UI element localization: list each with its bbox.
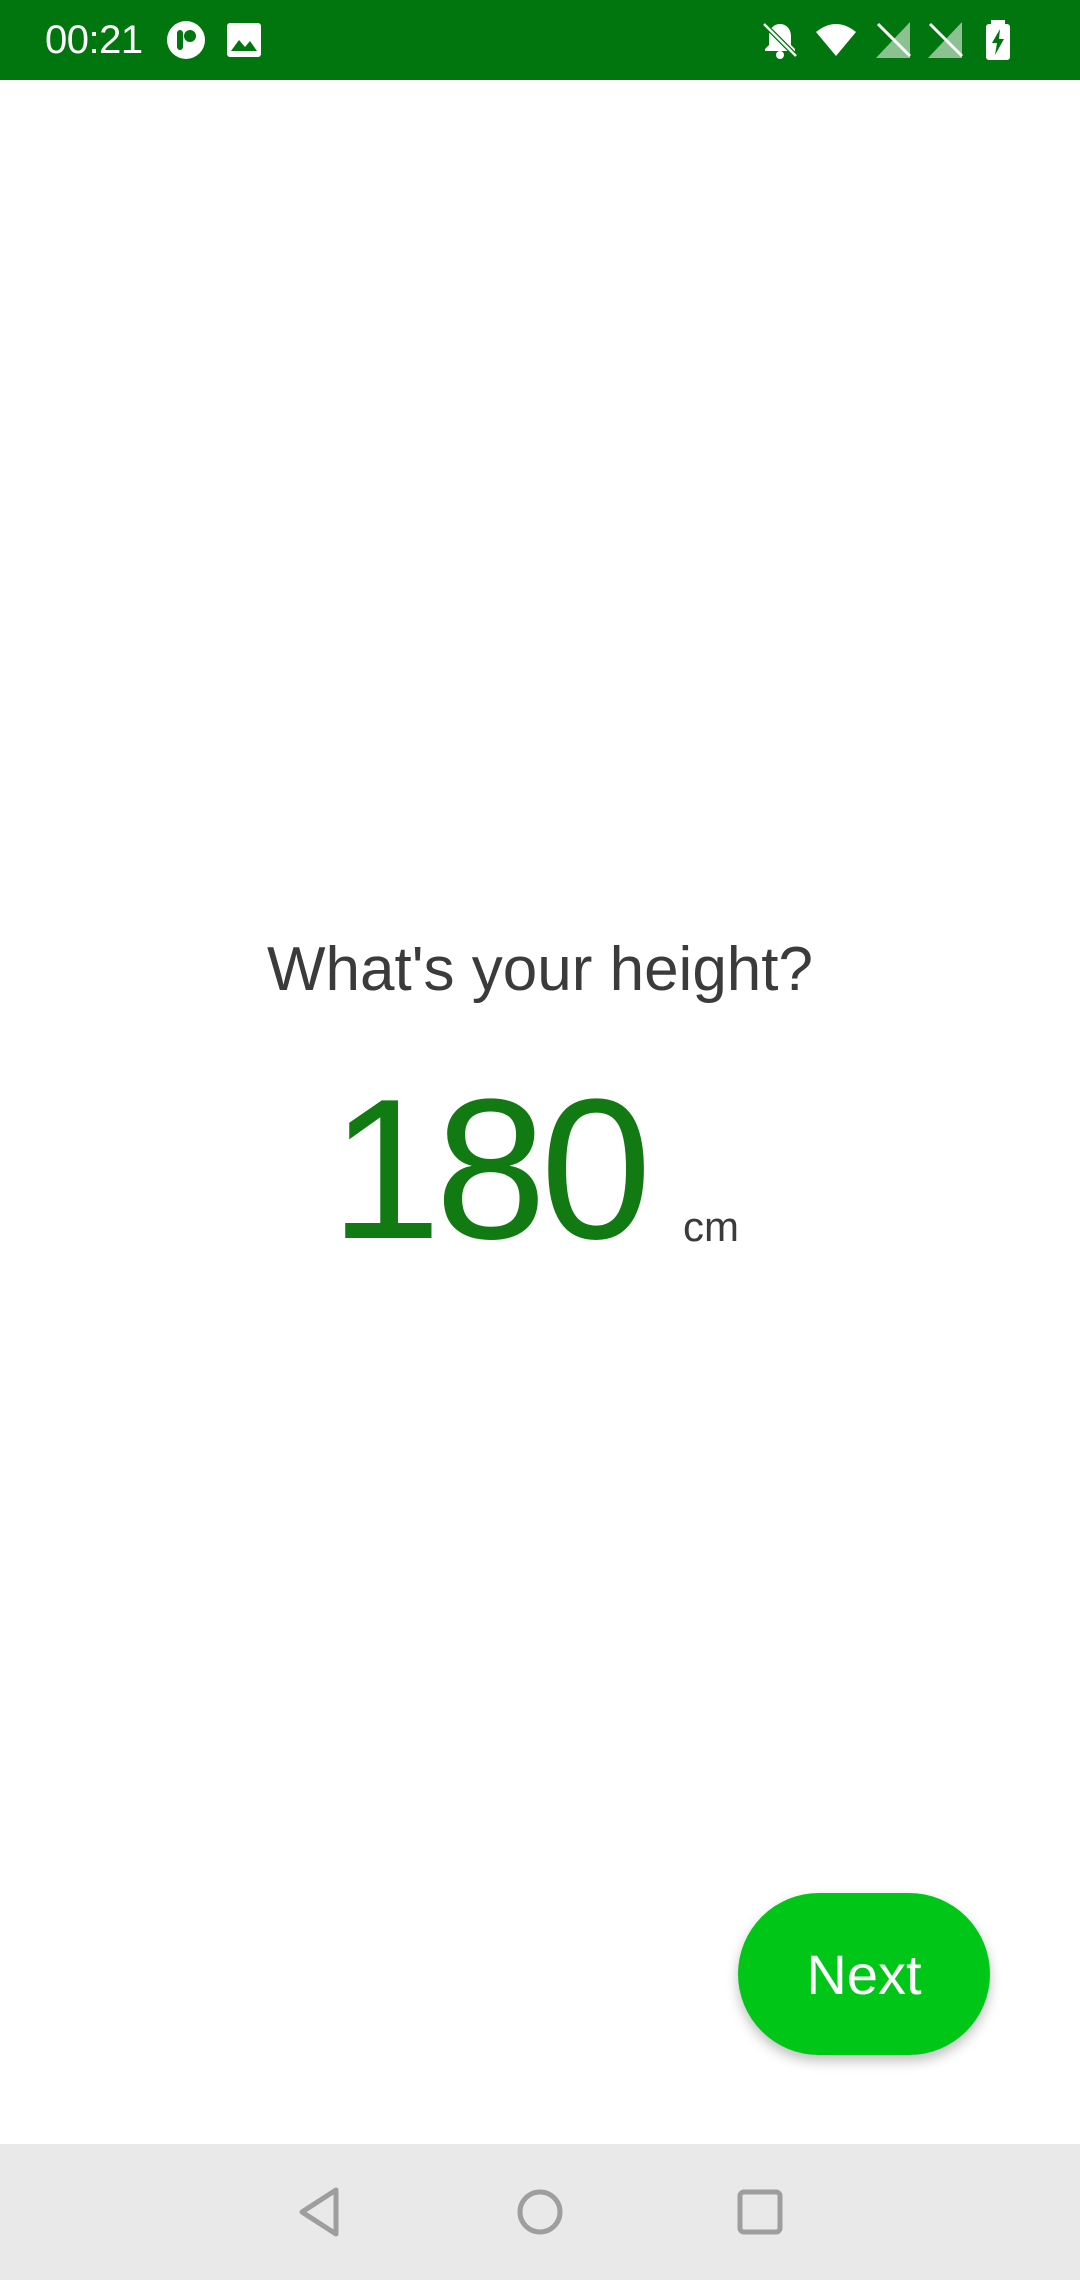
recents-icon[interactable]	[730, 2182, 790, 2242]
wifi-icon	[816, 24, 856, 56]
back-icon[interactable]	[292, 2182, 352, 2242]
no-sim-icon	[928, 22, 964, 58]
next-button[interactable]: Next	[738, 1893, 990, 2055]
status-bar: 00:21	[0, 0, 1080, 80]
height-unit: cm	[683, 1203, 739, 1250]
home-icon[interactable]	[510, 2182, 570, 2242]
height-picker[interactable]: 180 cm	[0, 1060, 1080, 1280]
height-value[interactable]: 180	[330, 1060, 652, 1280]
status-time: 00:21	[45, 18, 143, 62]
app-notification-icon	[167, 21, 205, 59]
navigation-bar	[0, 2144, 1080, 2280]
battery-charging-icon	[986, 20, 1010, 60]
height-onboarding-screen: 00:21 What's your height? 180 cm Next	[0, 0, 1080, 2280]
image-icon	[227, 23, 261, 57]
notifications-off-icon	[762, 22, 798, 59]
no-sim-icon	[876, 22, 912, 58]
height-question: What's your height?	[266, 935, 813, 1004]
